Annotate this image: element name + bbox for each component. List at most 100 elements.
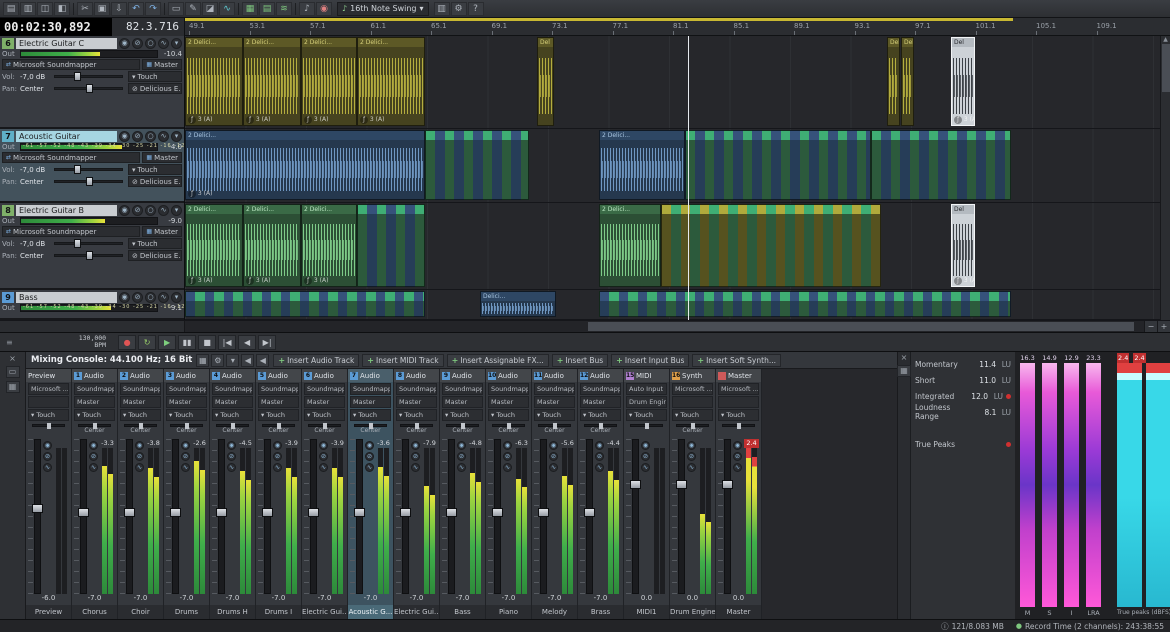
channel-name[interactable]: MIDI1	[624, 605, 669, 619]
strip-mute-button[interactable]: ⊘	[641, 452, 650, 461]
arm-record-button[interactable]: ◉	[119, 205, 130, 216]
playhead[interactable]	[688, 36, 689, 320]
strip-bus-button[interactable]: Master	[74, 396, 115, 408]
channel-name[interactable]: Electric Gui...	[302, 605, 347, 619]
strip-device-button[interactable]: Soundmapper	[350, 383, 391, 395]
strip-pan-control[interactable]: Center	[304, 422, 345, 437]
solo-button[interactable]: ○	[145, 131, 156, 142]
close-icon[interactable]: ×	[901, 353, 908, 362]
views-icon[interactable]: ▦	[6, 381, 20, 393]
render-button[interactable]: ◧	[54, 2, 70, 16]
arm-record-button[interactable]: ◉	[119, 38, 130, 49]
stop-button[interactable]: ■	[198, 335, 216, 350]
clip-fx-icon[interactable]: ƒ	[304, 116, 312, 124]
strip-pan-control[interactable]: Center	[488, 422, 529, 437]
channel-name[interactable]: Acoustic G...	[348, 605, 393, 619]
clip-fx-icon[interactable]: ƒ	[188, 277, 196, 285]
strip-bus-button[interactable]: Master	[442, 396, 483, 408]
strip-pan-control[interactable]: Center	[212, 422, 253, 437]
loop-region-bar[interactable]	[185, 18, 1013, 21]
strip-pan-control[interactable]	[626, 422, 667, 437]
strip-automation-select[interactable]: ▾ Touch	[534, 409, 575, 421]
audio-clip[interactable]: 2 Delici...ƒ 3 (A)	[185, 37, 243, 126]
audio-clip[interactable]	[599, 291, 1011, 317]
arm-record-button[interactable]: ◉	[119, 292, 130, 303]
strip-automation-select[interactable]: ▾ Touch	[28, 409, 69, 421]
mixer-strip[interactable]: 10AudioSoundmapperMaster▾ TouchCenter◉⊘∿…	[486, 369, 532, 619]
fader-handle[interactable]	[354, 508, 365, 517]
fader-track[interactable]	[356, 439, 363, 594]
fader-handle[interactable]	[262, 508, 273, 517]
clip-fx-icon[interactable]: ƒ	[188, 190, 196, 198]
fader-handle[interactable]	[676, 480, 687, 489]
strip-mute-button[interactable]: ⊘	[457, 452, 466, 461]
draw-tool-button[interactable]: ✎	[185, 2, 201, 16]
pan-handle[interactable]	[645, 423, 649, 429]
slider-handle[interactable]	[86, 251, 93, 260]
strip-fx-button[interactable]: ∿	[503, 463, 512, 472]
strip-automation-select[interactable]: ▾ Touch	[396, 409, 437, 421]
solo-button[interactable]: ○	[145, 292, 156, 303]
strip-fx-button[interactable]: ∿	[733, 463, 742, 472]
strip-device-button[interactable]: Soundmapper	[580, 383, 621, 395]
track-name-field[interactable]: Acoustic Guitar	[16, 131, 117, 142]
erase-tool-button[interactable]: ◪	[202, 2, 218, 16]
strip-pan-control[interactable]: Center	[396, 422, 437, 437]
channel-name[interactable]: Chorus	[72, 605, 117, 619]
slider-handle[interactable]	[74, 165, 81, 174]
channel-name[interactable]: Drums	[164, 605, 209, 619]
fader-track[interactable]	[402, 439, 409, 594]
pan-slider[interactable]	[54, 180, 123, 183]
output-device-button[interactable]: ⇄Microsoft Soundmapper	[2, 226, 140, 237]
strip-automation-select[interactable]: ▾ Touch	[580, 409, 621, 421]
strip-pan-control[interactable]: Center	[580, 422, 621, 437]
open-file-button[interactable]: ▥	[20, 2, 36, 16]
strip-device-button[interactable]: Soundmapper	[442, 383, 483, 395]
mixer-strip[interactable]: 2AudioSoundmapperMaster▾ TouchCenter◉⊘∿-…	[118, 369, 164, 619]
track-header[interactable]: 6Electric Guitar C◉⊘○∿▾Out-10.4⇄Microsof…	[0, 36, 184, 129]
strip-device-button[interactable]: Soundmapper	[396, 383, 437, 395]
fader-handle[interactable]	[32, 504, 43, 513]
fader-track[interactable]	[448, 439, 455, 594]
strip-fx-button[interactable]: ∿	[641, 463, 650, 472]
audio-clip[interactable]: 2 Delici...ƒ 3 (A)	[301, 37, 357, 126]
clip-fx-icon[interactable]: ƒ	[246, 277, 254, 285]
strip-device-button[interactable]: Microsoft ...	[718, 383, 759, 395]
mixer-strip[interactable]: 16SynthMicrosoft ... ▾ TouchCenter◉⊘∿ 0.…	[670, 369, 716, 619]
track-fx-button[interactable]: ⊘Delicious E...	[128, 250, 182, 261]
mixer-layout-icon[interactable]: ▦	[196, 354, 209, 367]
pan-handle[interactable]	[461, 423, 465, 429]
timeline-ruler[interactable]: 49.153.157.161.165.169.173.177.181.185.1…	[185, 18, 1170, 36]
pan-handle[interactable]	[231, 423, 235, 429]
speaker-icon[interactable]: ◀	[241, 354, 254, 367]
strip-fx-button[interactable]: ∿	[227, 463, 236, 472]
fader-track[interactable]	[540, 439, 547, 594]
strip-bus-button[interactable]: Master	[488, 396, 529, 408]
fader-track[interactable]	[264, 439, 271, 594]
strip-mute-button[interactable]: ⊘	[135, 452, 144, 461]
timecode-display[interactable]: 00:02:30,892	[0, 18, 112, 36]
track-fx-button[interactable]: ⊘Delicious E...	[128, 83, 182, 94]
mixer-strip[interactable]: 11AudioSoundmapperMaster▾ TouchCenter◉⊘∿…	[532, 369, 578, 619]
strip-fx-button[interactable]: ∿	[549, 463, 558, 472]
slider-handle[interactable]	[86, 84, 93, 93]
mixer-strip[interactable]: PreviewMicrosoft ... ▾ Touch ◉⊘∿ -6.0Pre…	[26, 369, 72, 619]
fader-handle[interactable]	[446, 508, 457, 517]
clip-fx-icon[interactable]: ƒ	[304, 277, 312, 285]
track-header[interactable]: 9Bass◉⊘○∿▾Out-61 -57 -52 -48 -43 -39 -34…	[0, 290, 184, 320]
help-button[interactable]: ?	[468, 2, 484, 16]
strip-device-button[interactable]: Auto Input	[626, 383, 667, 395]
strip-mute-button[interactable]: ⊘	[549, 452, 558, 461]
mute-button[interactable]: ⊘	[132, 205, 143, 216]
fader-handle[interactable]	[400, 508, 411, 517]
mixer-options-caret[interactable]: ▾	[226, 354, 239, 367]
audio-clip[interactable]: 2 Delici...	[599, 130, 685, 200]
cut-button[interactable]: ✂	[77, 2, 93, 16]
fader-track[interactable]	[126, 439, 133, 594]
record-input-button[interactable]: ◉	[316, 2, 332, 16]
save-button[interactable]: ◫	[37, 2, 53, 16]
pan-handle[interactable]	[691, 423, 695, 429]
strip-mute-button[interactable]: ⊘	[181, 452, 190, 461]
mixer-strip[interactable]: 5AudioSoundmapperMaster▾ TouchCenter◉⊘∿-…	[256, 369, 302, 619]
strip-mute-button[interactable]: ⊘	[227, 452, 236, 461]
